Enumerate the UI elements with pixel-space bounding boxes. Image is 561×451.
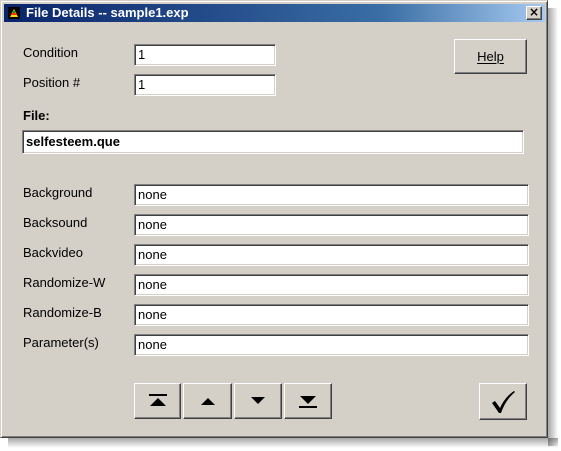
file-input[interactable]: selfesteem.que: [22, 130, 524, 154]
close-icon: ×: [528, 5, 540, 19]
window-title: File Details -- sample1.exp: [26, 5, 189, 20]
window-shadow-right: [548, 8, 558, 446]
move-down-button[interactable]: [234, 383, 282, 419]
close-button[interactable]: ×: [526, 6, 542, 20]
window-shadow-bottom: [8, 438, 558, 448]
file-label: File:: [23, 108, 50, 123]
move-up-icon: [200, 398, 215, 405]
move-last-icon: [299, 396, 317, 408]
help-button[interactable]: Help: [454, 39, 527, 74]
file-details-dialog: File Details -- sample1.exp × Condition …: [0, 0, 548, 438]
randomize-b-label: Randomize-B: [23, 305, 102, 320]
condition-label: Condition: [23, 45, 78, 60]
move-down-icon: [251, 397, 265, 404]
title-bar[interactable]: File Details -- sample1.exp ×: [4, 4, 545, 22]
move-last-button[interactable]: [284, 383, 332, 419]
backvideo-input[interactable]: none: [134, 244, 529, 266]
randomize-w-input[interactable]: none: [134, 274, 529, 296]
parameters-input[interactable]: none: [134, 334, 529, 356]
backsound-input[interactable]: none: [134, 214, 529, 236]
app-icon: [8, 7, 20, 19]
background-input[interactable]: none: [134, 184, 529, 206]
randomize-b-input[interactable]: none: [134, 304, 529, 326]
help-button-label: Help: [477, 49, 504, 64]
backvideo-label: Backvideo: [23, 245, 83, 260]
move-first-icon: [148, 394, 167, 406]
ok-button[interactable]: [479, 383, 527, 420]
condition-input[interactable]: 1: [134, 44, 276, 66]
background-label: Background: [23, 185, 93, 200]
backsound-label: Backsound: [23, 215, 88, 230]
position-input[interactable]: 1: [134, 74, 276, 96]
checkmark-icon: [492, 390, 515, 413]
parameters-label: Parameter(s): [23, 335, 99, 350]
position-label: Position #: [23, 75, 81, 90]
move-first-button[interactable]: [134, 383, 181, 419]
randomize-w-label: Randomize-W: [23, 275, 106, 290]
move-up-button[interactable]: [183, 383, 232, 419]
